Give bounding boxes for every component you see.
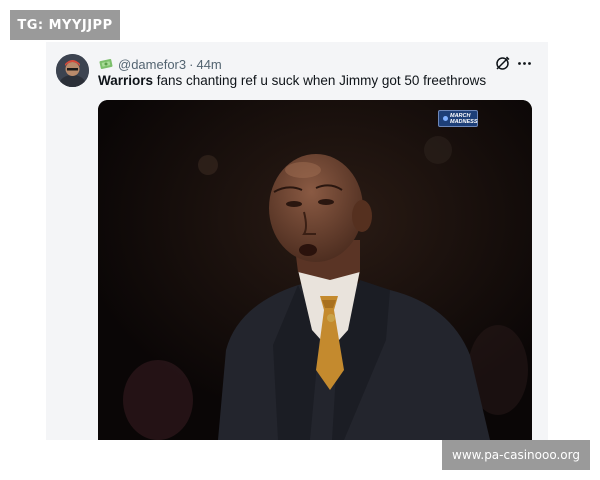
more-options-icon[interactable] bbox=[516, 55, 533, 72]
tweet-text: Warriors fans chanting ref u suck when J… bbox=[98, 72, 528, 90]
tweet-card[interactable]: @damefor3 · 44m Warriors fans chanting r… bbox=[46, 42, 548, 440]
tweet-header: @damefor3 · 44m bbox=[98, 55, 488, 73]
media-photo bbox=[98, 100, 532, 440]
channel-tag: TG: MYYJJPP bbox=[10, 10, 120, 40]
separator-dot: · bbox=[189, 56, 194, 72]
tweet-media-image[interactable]: MARCH MADNESS bbox=[98, 100, 532, 440]
grok-icon[interactable] bbox=[494, 55, 511, 72]
timestamp[interactable]: 44m bbox=[196, 57, 221, 72]
tweet-text-rest: fans chanting ref u suck when Jimmy got … bbox=[153, 73, 487, 88]
money-with-wings-icon bbox=[98, 57, 114, 71]
tweet-text-bold: Warriors bbox=[98, 73, 154, 88]
site-watermark: www.pa-casinooo.org bbox=[442, 440, 590, 470]
user-handle[interactable]: @damefor3 bbox=[118, 57, 186, 72]
march-madness-logo: MARCH MADNESS bbox=[438, 110, 478, 127]
avatar[interactable] bbox=[56, 54, 89, 87]
